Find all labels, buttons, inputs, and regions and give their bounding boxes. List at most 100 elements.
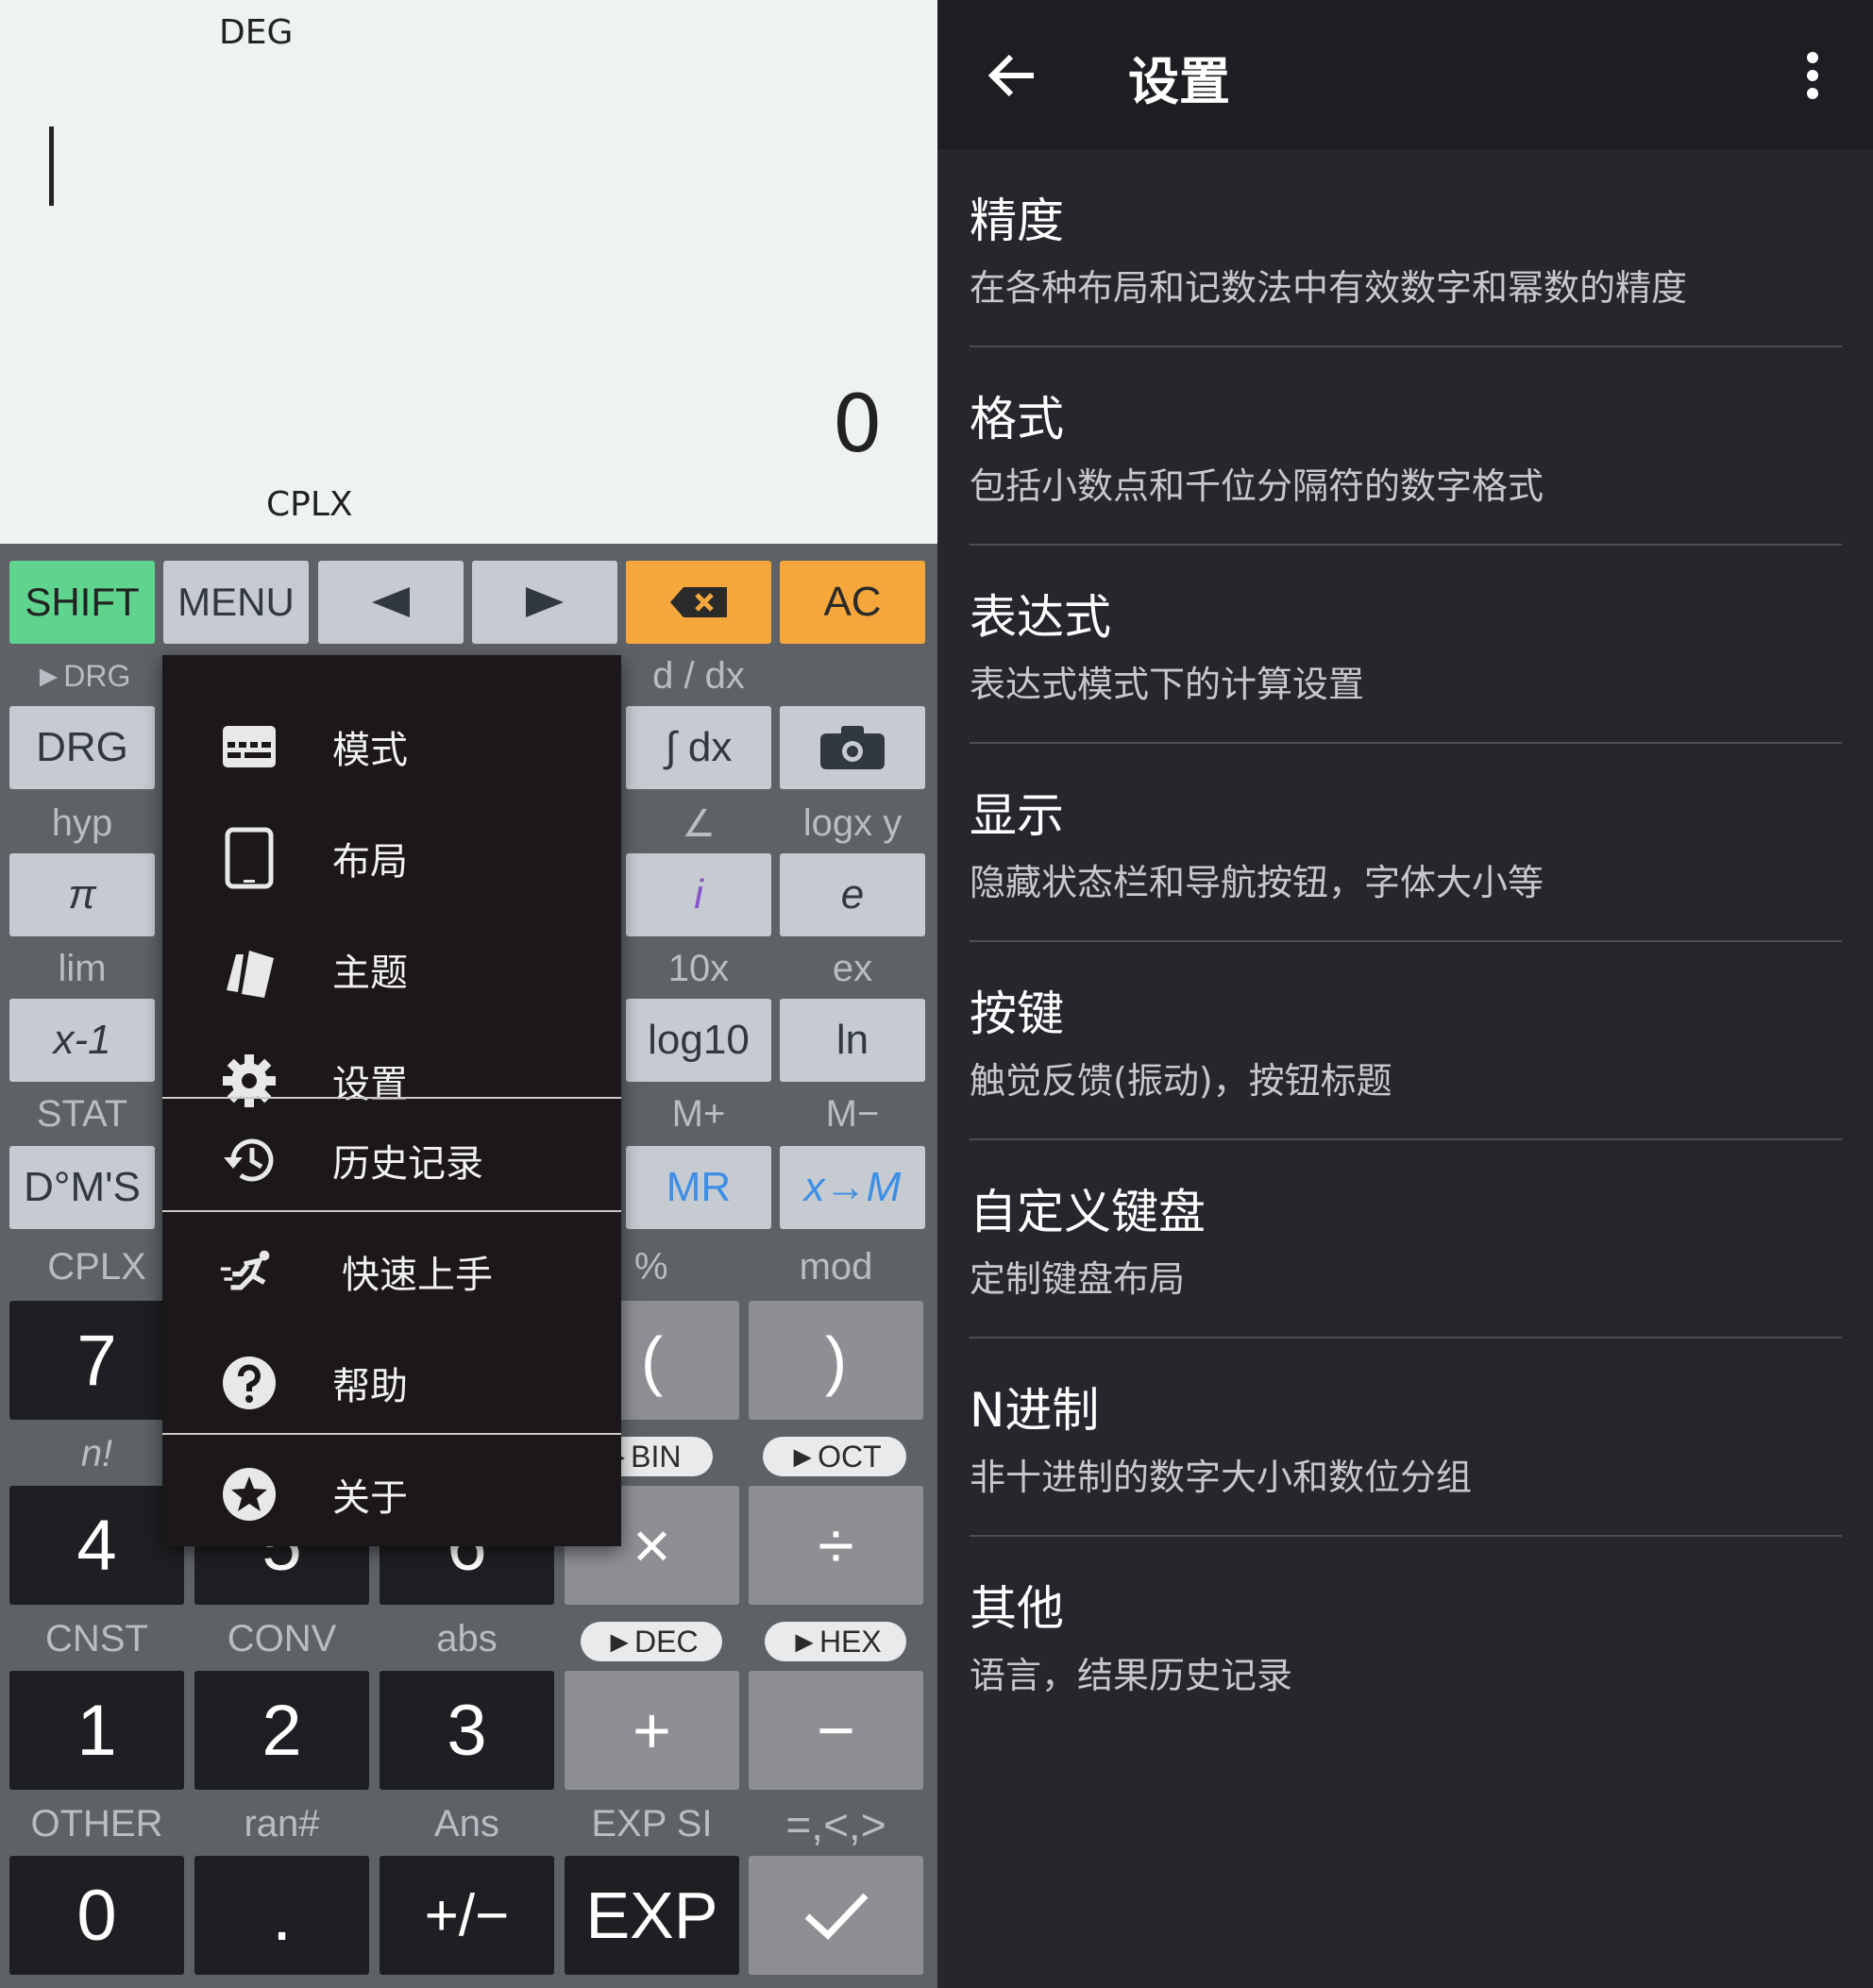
- settings-item-expression[interactable]: 表达式 表达式模式下的计算设置: [970, 546, 1842, 744]
- settings-item-subtitle: 隐藏状态栏和导航按钮，字体大小等: [970, 862, 1544, 903]
- backspace-button[interactable]: [626, 561, 771, 644]
- settings-item-title: 其他: [970, 1581, 1064, 1636]
- log-base-label: logx y: [802, 802, 903, 844]
- imaginary-button[interactable]: i: [626, 853, 771, 936]
- constants-label: CNST: [45, 1618, 148, 1659]
- exp-button[interactable]: EXP: [565, 1856, 739, 1975]
- calculator-display[interactable]: DEG 0 CPLX: [0, 0, 937, 544]
- camera-button[interactable]: [780, 706, 925, 789]
- equals-button[interactable]: [749, 1856, 923, 1975]
- menu-item-quick-start[interactable]: 快速上手: [162, 1216, 621, 1327]
- settings-item-title: 格式: [970, 392, 1064, 446]
- menu-item-about[interactable]: 关于: [162, 1439, 621, 1550]
- menu-item-label: 历史记录: [332, 1142, 483, 1186]
- oct-button[interactable]: ►OCT: [763, 1437, 906, 1476]
- settings-item-title: 自定义键盘: [970, 1185, 1206, 1239]
- menu-item-label: 帮助: [332, 1365, 408, 1408]
- settings-item-subtitle: 触觉反馈(振动)，按钮标题: [970, 1060, 1392, 1102]
- settings-item-keys[interactable]: 按键 触觉反馈(振动)，按钮标题: [970, 942, 1842, 1140]
- abs-label: abs: [436, 1618, 498, 1659]
- menu-divider: [162, 1097, 621, 1099]
- star-icon: [219, 1464, 279, 1525]
- exp-power-label: ex: [832, 948, 873, 989]
- settings-item-format[interactable]: 格式 包括小数点和千位分隔符的数字格式: [970, 347, 1842, 546]
- cursor-right-button[interactable]: [472, 561, 617, 644]
- settings-item-title: N进制: [970, 1383, 1100, 1438]
- drg-shift-label: ►DRG: [33, 659, 131, 693]
- memory-plus-label: M+: [671, 1093, 726, 1135]
- menu-item-label: 关于: [332, 1476, 408, 1520]
- euler-button[interactable]: e: [780, 853, 925, 936]
- cursor-left-button[interactable]: [318, 561, 464, 644]
- hex-button[interactable]: ►HEX: [765, 1622, 906, 1661]
- key-0[interactable]: 0: [9, 1856, 184, 1975]
- ln-button[interactable]: ln: [780, 999, 925, 1082]
- ten-power-label: 10x: [667, 948, 730, 989]
- menu-item-label: 主题: [332, 952, 408, 995]
- history-icon: [219, 1130, 279, 1190]
- settings-item-subtitle: 包括小数点和千位分隔符的数字格式: [970, 465, 1544, 507]
- settings-item-other[interactable]: 其他 语言，结果历史记录: [970, 1537, 1842, 1735]
- memory-recall-button[interactable]: MR: [626, 1146, 771, 1229]
- random-label: ran#: [244, 1803, 320, 1845]
- conversion-label: CONV: [227, 1618, 337, 1659]
- key-2[interactable]: 2: [194, 1671, 369, 1790]
- cards-icon: [219, 939, 279, 1000]
- arrow-left-icon: [372, 587, 410, 617]
- key-4[interactable]: 4: [9, 1486, 184, 1605]
- divide-button[interactable]: ÷: [749, 1486, 923, 1605]
- menu-item-label: 模式: [332, 729, 408, 772]
- menu-item-label: 设置: [332, 1063, 408, 1106]
- menu-item-label: 布局: [332, 840, 408, 884]
- key-7[interactable]: 7: [9, 1301, 184, 1420]
- minus-button[interactable]: −: [749, 1671, 923, 1790]
- mod-label: mod: [799, 1246, 873, 1288]
- menu-item-help[interactable]: 帮助: [162, 1327, 621, 1439]
- exp-si-label: EXP SI: [591, 1803, 713, 1845]
- settings-item-title: 显示: [970, 788, 1064, 843]
- gear-icon: [219, 1051, 279, 1111]
- dms-button[interactable]: D°M'S: [9, 1146, 155, 1229]
- key-1[interactable]: 1: [9, 1671, 184, 1790]
- result-value: 0: [832, 378, 883, 470]
- key-3[interactable]: 3: [380, 1671, 554, 1790]
- integral-button[interactable]: ∫ dx: [626, 706, 771, 789]
- plus-button[interactable]: +: [565, 1671, 739, 1790]
- store-memory-button[interactable]: x→M: [780, 1146, 925, 1229]
- dec-button[interactable]: ►DEC: [581, 1622, 722, 1661]
- popup-menu: 模式 布局 主题 设置 历史记录 快速上手 帮助 关于: [162, 655, 621, 1546]
- backspace-icon: [670, 587, 727, 617]
- log10-button[interactable]: log10: [626, 999, 771, 1082]
- complex-label: CPLX: [47, 1246, 146, 1288]
- settings-item-custom-keyboard[interactable]: 自定义键盘 定制键盘布局: [970, 1140, 1842, 1339]
- keyboard-icon: [219, 716, 279, 777]
- other-label: OTHER: [30, 1803, 163, 1845]
- pi-button[interactable]: π: [9, 853, 155, 936]
- menu-divider: [162, 1433, 621, 1435]
- menu-item-mode[interactable]: 模式: [162, 691, 621, 802]
- settings-item-subtitle: 语言，结果历史记录: [970, 1655, 1293, 1696]
- page-title: 设置: [1128, 52, 1230, 111]
- menu-button[interactable]: MENU: [163, 561, 309, 644]
- arrow-back-icon[interactable]: [985, 47, 1041, 104]
- more-vert-icon[interactable]: [1806, 51, 1819, 100]
- angle-label: ∠: [682, 803, 716, 845]
- menu-item-history[interactable]: 历史记录: [162, 1104, 621, 1216]
- settings-item-precision[interactable]: 精度 在各种布局和记数法中有效数字和幂数的精度: [970, 149, 1842, 347]
- text-cursor: [49, 126, 54, 206]
- settings-item-subtitle: 表达式模式下的计算设置: [970, 664, 1365, 705]
- decimal-point-button[interactable]: .: [194, 1856, 369, 1975]
- settings-item-subtitle: 定制键盘布局: [970, 1258, 1186, 1300]
- all-clear-button[interactable]: AC: [780, 561, 925, 644]
- calculator-panel: DEG 0 CPLX SHIFT MENU AC ►DRG DRG d / dx…: [0, 0, 937, 1988]
- settings-item-display[interactable]: 显示 隐藏状态栏和导航按钮，字体大小等: [970, 744, 1842, 942]
- menu-item-theme[interactable]: 主题: [162, 914, 621, 1025]
- menu-item-layout[interactable]: 布局: [162, 802, 621, 914]
- close-paren-button[interactable]: ): [749, 1301, 923, 1420]
- settings-item-number-base[interactable]: N进制 非十进制的数字大小和数位分组: [970, 1339, 1842, 1537]
- inverse-button[interactable]: x-1: [9, 999, 155, 1082]
- negate-button[interactable]: +/−: [380, 1856, 554, 1975]
- derivative-label: d / dx: [652, 655, 745, 697]
- drg-button[interactable]: DRG: [9, 706, 155, 789]
- shift-button[interactable]: SHIFT: [9, 561, 155, 644]
